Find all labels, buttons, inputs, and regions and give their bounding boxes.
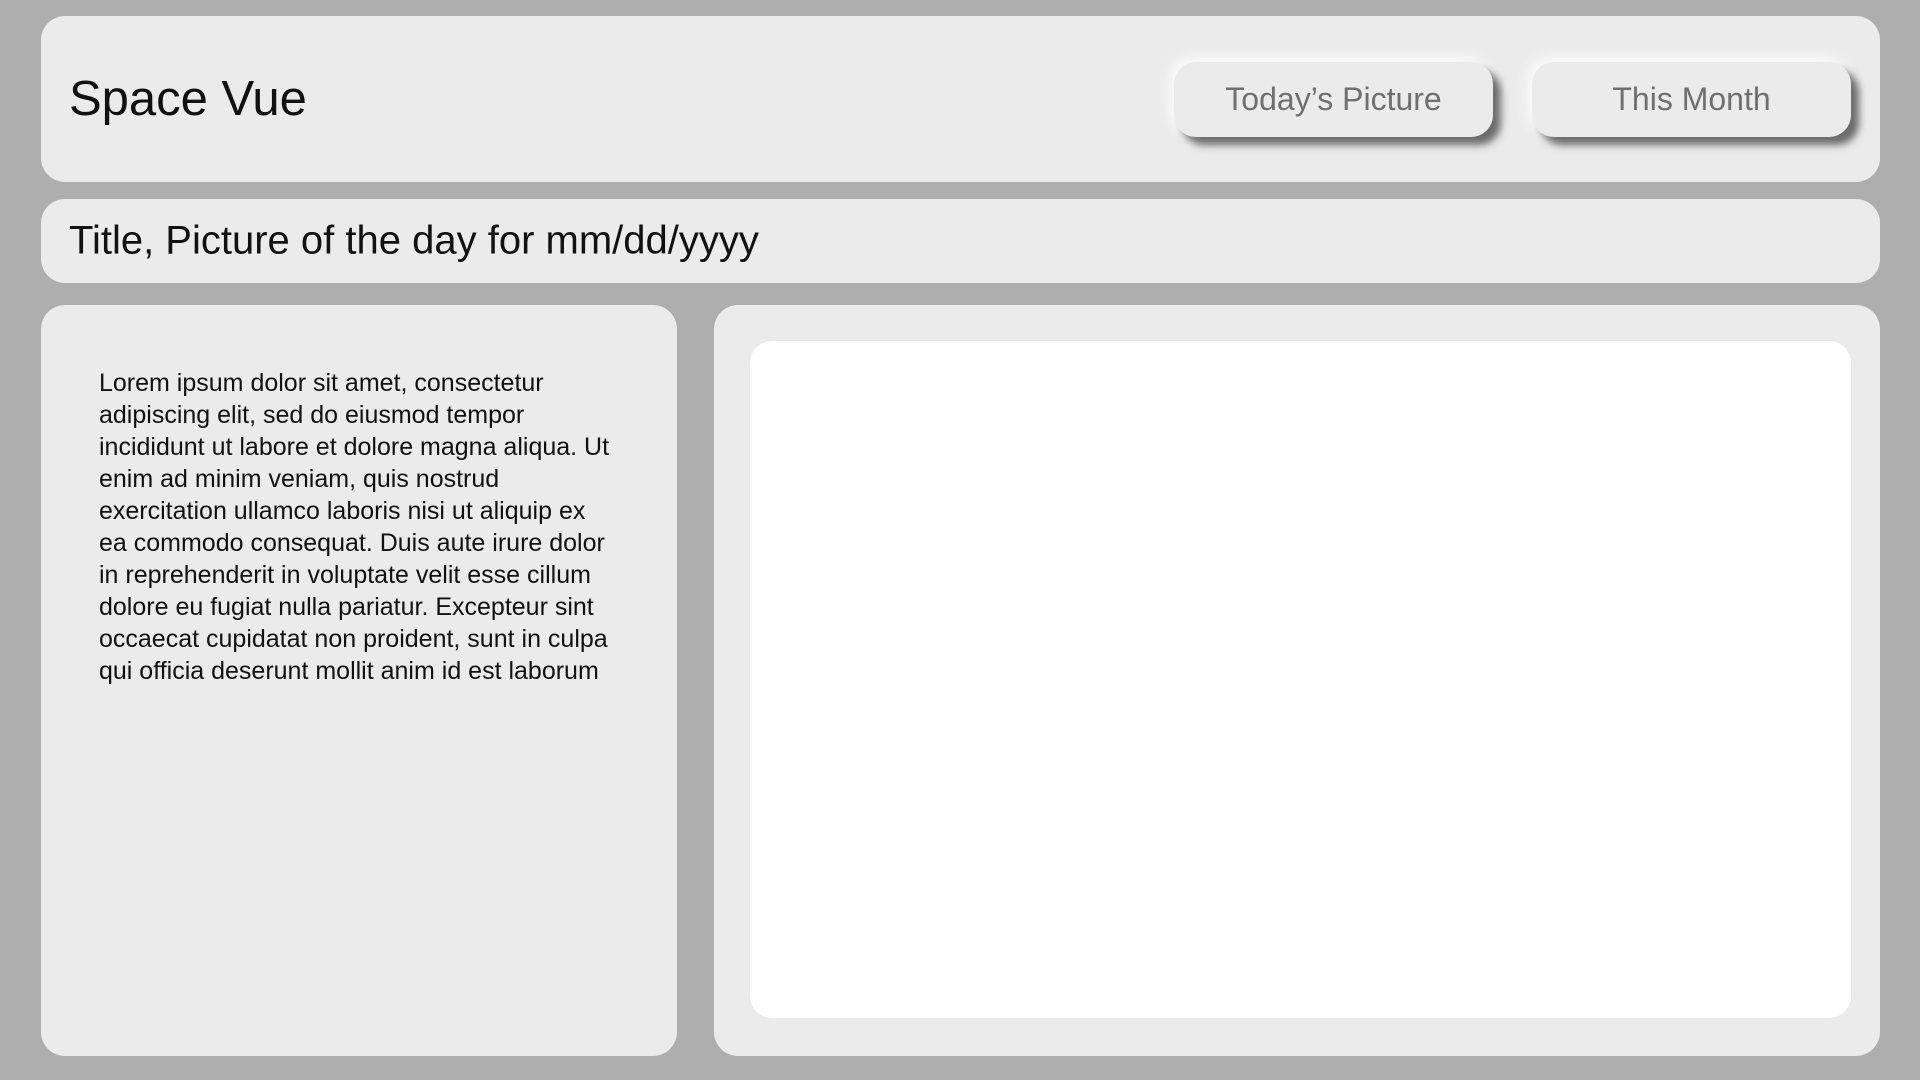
todays-picture-button[interactable]: Today’s Picture <box>1174 62 1493 137</box>
picture-title: Title, Picture of the day for mm/dd/yyyy <box>69 218 759 263</box>
picture-title-bar: Title, Picture of the day for mm/dd/yyyy <box>41 199 1880 283</box>
picture-description: Lorem ipsum dolor sit amet, consectetur … <box>99 369 610 685</box>
image-panel <box>714 305 1880 1056</box>
app-title: Space Vue <box>69 72 307 126</box>
description-panel: Lorem ipsum dolor sit amet, consectetur … <box>41 305 677 1056</box>
header-bar: Space Vue Today’s Picture This Month <box>41 16 1880 182</box>
picture-image-placeholder <box>750 341 1851 1018</box>
this-month-button[interactable]: This Month <box>1532 62 1851 137</box>
